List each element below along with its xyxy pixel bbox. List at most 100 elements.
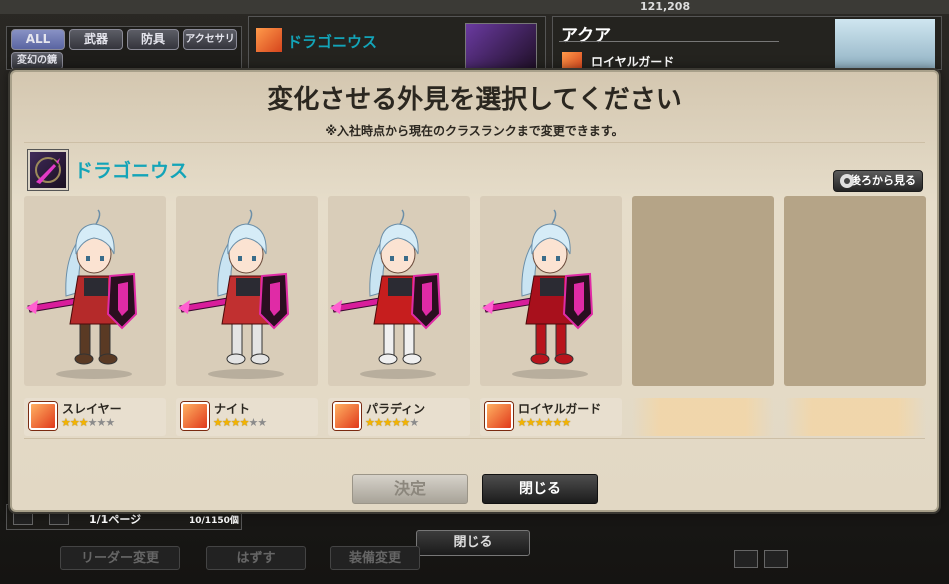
star-empty-icon: ★ bbox=[87, 416, 98, 429]
character-info-panel: アクア ロイヤルガード bbox=[552, 16, 942, 71]
page-indicator: 1/1ページ bbox=[89, 513, 142, 526]
character-portrait bbox=[835, 19, 935, 71]
shield-emblem bbox=[270, 282, 280, 316]
character-name: アクア bbox=[561, 26, 612, 46]
appearance-select-dialog: 変化させる外見を選択してください ※入社時点から現在のクラスランクまで変更できま… bbox=[10, 70, 939, 512]
class-name: スレイヤー bbox=[62, 402, 122, 416]
character-sprite bbox=[26, 209, 138, 379]
category-tab-accessory[interactable]: アクセサリ bbox=[183, 29, 237, 50]
class-label-slayer: スレイヤー ★★★★★★ bbox=[24, 398, 166, 436]
star-filled-icon: ★ bbox=[382, 416, 393, 429]
character-sprite bbox=[482, 209, 594, 379]
category-tab-all[interactable]: ALL bbox=[11, 29, 65, 50]
star-filled-icon: ★ bbox=[213, 416, 223, 429]
leader-change-button[interactable]: リーダー変更 bbox=[60, 546, 180, 570]
star-filled-icon: ★ bbox=[69, 416, 80, 429]
category-tab-mirror[interactable]: 変幻の鏡 bbox=[11, 52, 63, 70]
rank-stars: ★★★★★★ bbox=[365, 416, 419, 429]
equip-change-button[interactable]: 装備変更 bbox=[330, 546, 420, 570]
equipment-info-panel: ドラゴニウス bbox=[248, 16, 546, 70]
sword-class-icon bbox=[485, 402, 513, 430]
class-label-paladin: パラディン ★★★★★★ bbox=[328, 398, 470, 436]
bg-close-button[interactable]: 閉じる bbox=[416, 530, 530, 556]
eye bbox=[100, 256, 104, 261]
eye bbox=[252, 256, 256, 261]
star-filled-icon: ★ bbox=[561, 416, 571, 429]
star-filled-icon: ★ bbox=[525, 416, 536, 429]
star-empty-icon: ★ bbox=[105, 416, 115, 429]
skin-name: ドラゴニウス bbox=[74, 160, 189, 182]
chest-armor bbox=[84, 278, 108, 296]
unequip-button[interactable]: はずす bbox=[206, 546, 306, 570]
rotate-icon bbox=[840, 174, 854, 188]
class-label-empty bbox=[784, 398, 926, 436]
appearance-card-empty bbox=[784, 196, 926, 386]
back-view-button[interactable]: 後ろから見る bbox=[833, 170, 923, 192]
dragonius-thumbnail bbox=[465, 23, 537, 69]
chest-armor bbox=[540, 278, 564, 296]
eye bbox=[390, 256, 394, 261]
class-name: ナイト bbox=[214, 402, 251, 416]
boot-right bbox=[402, 353, 422, 365]
ahoge bbox=[399, 209, 405, 225]
character-sprite bbox=[178, 209, 290, 379]
character-sprite bbox=[330, 209, 442, 379]
scroll-up-button[interactable] bbox=[734, 550, 758, 568]
dragonius-skin-icon bbox=[28, 150, 68, 190]
eye bbox=[86, 256, 90, 261]
top-status-bar: 121,208 bbox=[0, 0, 949, 14]
category-tab-weapon[interactable]: 武器 bbox=[69, 29, 123, 50]
appearance-card-slayer[interactable] bbox=[24, 196, 166, 386]
star-filled-icon: ★ bbox=[373, 416, 384, 429]
eye bbox=[542, 256, 546, 261]
appearance-card-royal-guard[interactable] bbox=[480, 196, 622, 386]
chest-armor bbox=[388, 278, 412, 296]
stat-gold: 121,208 bbox=[640, 0, 691, 13]
appearance-card-paladin[interactable] bbox=[328, 196, 470, 386]
close-button[interactable]: 閉じる bbox=[482, 474, 598, 504]
shadow bbox=[208, 369, 284, 379]
appearance-card-knight[interactable] bbox=[176, 196, 318, 386]
class-label-empty bbox=[632, 398, 774, 436]
boot-left bbox=[226, 353, 246, 365]
dialog-title: 変化させる外見を選択してください bbox=[267, 85, 682, 115]
boot-right bbox=[554, 353, 574, 365]
star-filled-icon: ★ bbox=[78, 416, 89, 429]
shadow bbox=[56, 369, 132, 379]
class-label-knight: ナイト ★★★★★★ bbox=[176, 398, 318, 436]
scroll-down-button[interactable] bbox=[764, 550, 788, 568]
boot-right bbox=[98, 353, 118, 365]
shadow bbox=[360, 369, 436, 379]
sword-icon bbox=[255, 27, 283, 53]
ahoge bbox=[95, 209, 101, 225]
shield-emblem bbox=[574, 282, 584, 316]
star-empty-icon: ★ bbox=[409, 416, 419, 429]
boot-right bbox=[250, 353, 270, 365]
star-filled-icon: ★ bbox=[391, 416, 402, 429]
panel-class-name: ロイヤルガード bbox=[591, 55, 675, 69]
chest-armor bbox=[236, 278, 260, 296]
ahoge bbox=[551, 209, 557, 225]
dialog-note: ※入社時点から現在のクラスランクまで変更できます。 bbox=[325, 124, 624, 138]
star-filled-icon: ★ bbox=[61, 416, 71, 429]
boot-left bbox=[74, 353, 94, 365]
panel-skin-name: ドラゴニウス bbox=[287, 33, 378, 51]
star-filled-icon: ★ bbox=[239, 416, 250, 429]
star-filled-icon: ★ bbox=[365, 416, 375, 429]
shield-emblem bbox=[118, 282, 128, 316]
confirm-button[interactable]: 決定 bbox=[352, 474, 468, 504]
item-count: 10/1150個 bbox=[189, 516, 239, 526]
sword-class-icon bbox=[181, 402, 209, 430]
shadow bbox=[512, 369, 588, 379]
class-label-royal-guard: ロイヤルガード ★★★★★★ bbox=[480, 398, 622, 436]
boot-left bbox=[378, 353, 398, 365]
category-tab-armor[interactable]: 防具 bbox=[127, 29, 179, 50]
divider bbox=[24, 438, 925, 439]
boot-left bbox=[530, 353, 550, 365]
star-filled-icon: ★ bbox=[230, 416, 241, 429]
divider bbox=[559, 41, 779, 42]
eye bbox=[404, 256, 408, 261]
star-filled-icon: ★ bbox=[543, 416, 554, 429]
back-view-label: 後ろから見る bbox=[850, 174, 916, 187]
rank-stars: ★★★★★★ bbox=[517, 416, 571, 429]
